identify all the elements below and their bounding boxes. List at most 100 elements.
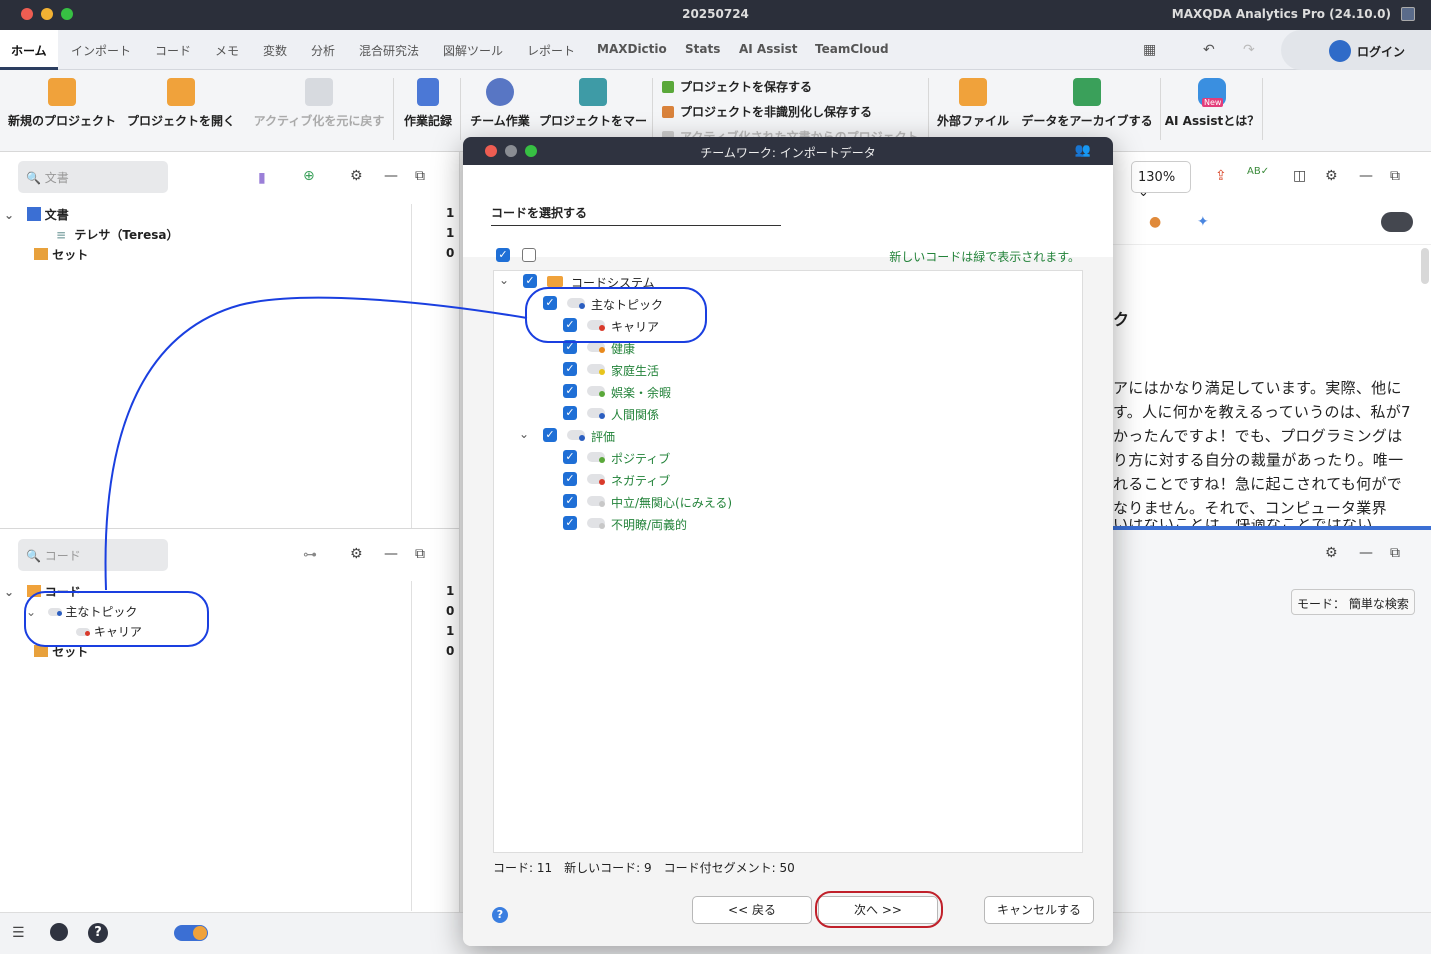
retrieval-maximize-icon[interactable]: ⧉: [1390, 545, 1400, 561]
code-checkbox[interactable]: ✓: [543, 428, 557, 442]
code-checkbox[interactable]: ✓: [543, 296, 557, 310]
new-document-icon[interactable]: ▮: [258, 170, 266, 186]
maximize-panel-icon[interactable]: ⧉: [415, 168, 425, 184]
save-project-button[interactable]: プロジェクトを保存する: [662, 78, 812, 95]
retrieval-minimize-icon[interactable]: —: [1359, 545, 1373, 561]
tab-mixed-methods[interactable]: 混合研究法: [359, 42, 419, 59]
chat-icon[interactable]: [50, 923, 68, 941]
select-all-checkbox[interactable]: ✓: [496, 248, 510, 262]
next-button[interactable]: 次へ >>: [818, 896, 938, 924]
tab-home[interactable]: ホーム: [11, 42, 47, 59]
document-search-input[interactable]: 🔍 文書: [18, 161, 168, 193]
document-heading-fragment: ク: [1113, 310, 1130, 329]
code-icon: [587, 452, 605, 463]
tab-codes[interactable]: コード: [155, 42, 191, 59]
edit-mode-toggle[interactable]: [1381, 212, 1413, 232]
tree-item-main-topics[interactable]: ⌄ 主なトピック: [26, 603, 137, 620]
scrollbar-thumb[interactable]: [1421, 248, 1429, 284]
code-checkbox[interactable]: ✓: [563, 406, 577, 420]
work-log-button[interactable]: 作業記録: [400, 76, 456, 129]
browser-maximize-icon[interactable]: ⧉: [1390, 168, 1400, 184]
back-button[interactable]: << 戻る: [692, 896, 812, 924]
tree-item-code-sets[interactable]: セット: [34, 643, 88, 660]
external-files-button[interactable]: 外部ファイル: [934, 76, 1012, 129]
comment-icon[interactable]: ●: [1149, 214, 1161, 230]
code-maximize-icon[interactable]: ⧉: [415, 546, 425, 562]
code-checkbox[interactable]: ✓: [563, 340, 577, 354]
tab-stats[interactable]: Stats: [685, 42, 720, 56]
sidebar-toggle-icon[interactable]: ◫: [1293, 168, 1306, 184]
expand-chevron-icon[interactable]: ⌄: [519, 427, 529, 441]
new-project-button[interactable]: 新規のプロジェクト: [8, 76, 116, 129]
tab-memos[interactable]: メモ: [215, 42, 239, 59]
login-button[interactable]: ログイン: [1281, 30, 1431, 70]
dialog-help-icon[interactable]: ?: [492, 907, 508, 923]
code-tree-label: コードシステム: [571, 276, 655, 290]
zoom-select[interactable]: 130% ⌄: [1131, 161, 1191, 200]
code-icon: [587, 474, 605, 485]
redo-icon[interactable]: ↷: [1243, 42, 1255, 58]
code-search-input[interactable]: 🔍 コード: [18, 539, 168, 571]
mode-toggle-icon[interactable]: [174, 925, 208, 941]
new-code-icon[interactable]: ⊶: [303, 547, 317, 563]
tab-visual-tools[interactable]: 図解ツール: [443, 42, 503, 59]
tree-item-documents[interactable]: ⌄ 文書: [4, 206, 69, 223]
add-icon[interactable]: ⊕: [303, 168, 315, 184]
code-checkbox[interactable]: ✓: [563, 362, 577, 376]
code-tree: ⌄ ✓ コードシステム ✓ 主なトピック ✓ キャリア ✓ 健康 ✓ 家庭生活 ✓ 娯楽・余暇 ✓ 人間関係…: [493, 270, 1083, 853]
ai-icon[interactable]: ✦: [1197, 214, 1209, 230]
filter-settings-icon[interactable]: ☰: [12, 925, 25, 941]
save-anonymized-button[interactable]: プロジェクトを非識別化し保存する: [662, 103, 872, 120]
tree-item-document-teresa[interactable]: ≡ テレサ（Teresa）: [56, 226, 178, 243]
code-tree-label: 健康: [611, 342, 636, 356]
tab-teamcloud[interactable]: TeamCloud: [815, 42, 889, 56]
merge-project-button[interactable]: プロジェクトをマー: [538, 76, 648, 129]
code-checkbox[interactable]: ✓: [563, 472, 577, 486]
open-project-button[interactable]: プロジェクトを開く: [126, 76, 236, 129]
code-tree-label: 娯楽・余暇: [611, 386, 672, 400]
minimize-panel-icon[interactable]: —: [384, 168, 398, 184]
code-checkbox[interactable]: ✓: [563, 384, 577, 398]
help-icon[interactable]: ?: [88, 923, 108, 943]
main-topics-count: 0: [446, 604, 455, 618]
code-checkbox[interactable]: ✓: [563, 494, 577, 508]
tab-analysis[interactable]: 分析: [311, 42, 335, 59]
save-icon: [662, 81, 674, 93]
layout-icon[interactable]: ▦: [1143, 42, 1156, 58]
tab-import[interactable]: インポート: [71, 42, 131, 59]
code-icon: [47, 608, 62, 616]
new-badge: New: [1202, 98, 1224, 107]
code-checkbox[interactable]: ✓: [563, 516, 577, 530]
code-checkbox[interactable]: ✓: [563, 450, 577, 464]
browser-settings-icon[interactable]: ⚙: [1325, 168, 1338, 184]
settings-icon[interactable]: ⚙: [350, 168, 363, 184]
deselect-all-checkbox[interactable]: [522, 248, 536, 262]
teamwork-icon: 👥: [1074, 143, 1091, 158]
ai-assist-info-button[interactable]: New AI Assistとは？: [1164, 76, 1260, 129]
archive-data-button[interactable]: データをアーカイブする: [1020, 76, 1154, 129]
tree-item-codes[interactable]: ⌄ コード: [4, 583, 81, 600]
code-system-icon: [547, 276, 563, 287]
tab-ai-assist[interactable]: AI Assist: [739, 42, 798, 56]
code-checkbox[interactable]: ✓: [523, 274, 537, 288]
code-settings-icon[interactable]: ⚙: [350, 546, 363, 562]
code-minimize-icon[interactable]: —: [384, 546, 398, 562]
tree-item-career[interactable]: キャリア: [76, 623, 142, 640]
export-icon[interactable]: ⇪: [1215, 168, 1227, 184]
retrieval-settings-icon[interactable]: ⚙: [1325, 545, 1338, 561]
search-mode-select[interactable]: モード： 簡単な検索: [1291, 589, 1415, 615]
tab-variables[interactable]: 変数: [263, 42, 287, 59]
tab-reports[interactable]: レポート: [527, 42, 575, 59]
teamwork-button[interactable]: チーム作業: [468, 76, 532, 129]
teamwork-import-dialog: チームワーク: インポートデータ 👥 コードを選択する ✓ 新しいコードは緑で表…: [463, 137, 1113, 946]
tree-item-doc-sets[interactable]: セット: [34, 246, 88, 263]
spellcheck-icon[interactable]: AB✓: [1247, 166, 1269, 177]
undo-icon[interactable]: ↶: [1203, 42, 1215, 58]
expand-chevron-icon[interactable]: ⌄: [499, 273, 509, 287]
code-checkbox[interactable]: ✓: [563, 318, 577, 332]
undo-activation-button[interactable]: アクティブ化を元に戻す: [252, 76, 386, 129]
tab-maxdictio[interactable]: MAXDictio: [597, 42, 667, 56]
work-log-icon: [417, 78, 439, 106]
cancel-button[interactable]: キャンセルする: [984, 896, 1094, 924]
browser-minimize-icon[interactable]: —: [1359, 168, 1373, 184]
